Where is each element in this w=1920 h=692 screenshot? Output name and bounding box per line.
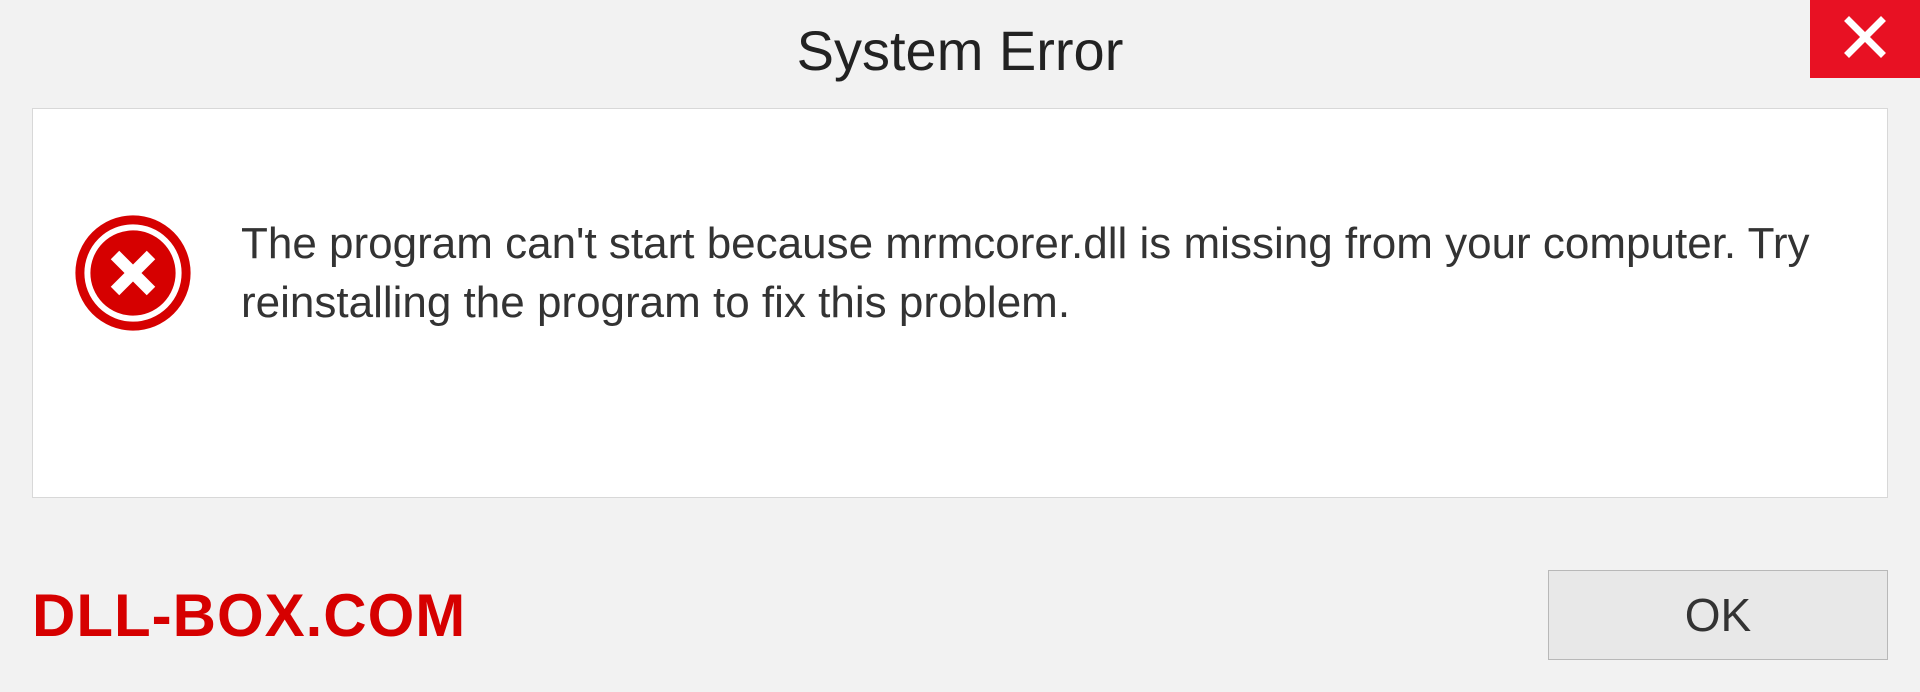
dialog-content: The program can't start because mrmcorer… [32,108,1888,498]
close-button[interactable] [1810,0,1920,78]
error-icon [73,213,193,333]
dialog-message: The program can't start because mrmcorer… [241,214,1847,333]
watermark-text: DLL-BOX.COM [32,581,466,650]
dialog-footer: DLL-BOX.COM OK [32,570,1888,660]
close-icon [1841,13,1889,66]
ok-button[interactable]: OK [1548,570,1888,660]
dialog-title: System Error [797,18,1124,83]
dialog-titlebar: System Error [0,0,1920,100]
